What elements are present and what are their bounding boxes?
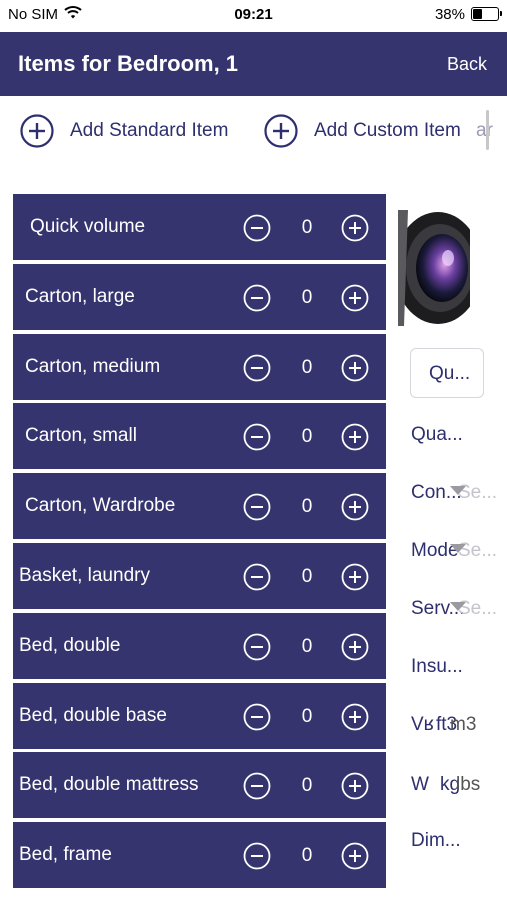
item-name: Bed, double bbox=[19, 634, 121, 656]
decrement-icon[interactable] bbox=[243, 563, 271, 591]
item-name: Bed, frame bbox=[19, 844, 112, 866]
item-row[interactable]: Bed, frame 0 bbox=[13, 822, 386, 889]
item-name: Carton, medium bbox=[25, 355, 161, 377]
add-circle-icon bbox=[264, 114, 298, 148]
item-row[interactable]: Carton, large 0 bbox=[13, 263, 386, 330]
volume-label: Vʁ bbox=[411, 714, 434, 735]
item-quantity: 0 bbox=[301, 426, 313, 448]
add-circle-icon bbox=[20, 114, 54, 148]
decrement-icon[interactable] bbox=[243, 214, 271, 242]
item-quantity: 0 bbox=[301, 635, 313, 657]
item-name: Bed, double mattress bbox=[19, 774, 199, 796]
item-quantity: 0 bbox=[301, 496, 313, 518]
item-name: Quick volume bbox=[30, 216, 146, 237]
item-quantity: 0 bbox=[301, 705, 313, 727]
mode-dropdown-icon[interactable] bbox=[450, 544, 466, 553]
increment-icon[interactable] bbox=[341, 354, 369, 382]
condition-dropdown-icon[interactable] bbox=[450, 486, 466, 495]
decrement-icon[interactable] bbox=[243, 772, 271, 800]
scrollbar[interactable] bbox=[486, 110, 489, 150]
item-name: Carton, small bbox=[25, 425, 137, 447]
item-row[interactable]: Bed, double 0 bbox=[13, 612, 386, 679]
add-custom-item-button[interactable]: Add Custom Item bbox=[264, 114, 461, 148]
decrement-icon[interactable] bbox=[243, 633, 271, 661]
clock: 09:21 bbox=[234, 6, 273, 23]
item-row[interactable]: Quick volume 0 bbox=[13, 194, 386, 260]
battery-percent: 38% bbox=[434, 6, 465, 23]
item-row[interactable]: Basket, laundry 0 bbox=[13, 543, 386, 609]
add-custom-item-label: Add Custom Item bbox=[314, 120, 461, 141]
overflow-text: ar bbox=[476, 120, 493, 141]
increment-icon[interactable] bbox=[341, 563, 369, 591]
page-title: Items for Bedroom, 1 bbox=[18, 51, 239, 76]
item-quantity: 0 bbox=[301, 566, 313, 587]
item-row[interactable]: Bed, double mattress 0 bbox=[13, 752, 386, 819]
status-bar: No SIM 09:21 38% bbox=[0, 0, 507, 32]
item-name: Bed, double base bbox=[19, 704, 167, 726]
add-standard-item-label: Add Standard Item bbox=[70, 120, 229, 141]
camera-photo[interactable] bbox=[398, 210, 470, 326]
quick-button[interactable]: Qu... bbox=[410, 348, 484, 398]
item-detail-panel: Qu... Qua... Con... Se... Mode Se... Ser… bbox=[398, 190, 507, 890]
item-quantity: 0 bbox=[301, 775, 313, 797]
decrement-icon[interactable] bbox=[243, 703, 271, 731]
decrement-icon[interactable] bbox=[243, 284, 271, 312]
item-row[interactable]: Carton, Wardrobe 0 bbox=[13, 473, 386, 540]
back-button[interactable]: Back bbox=[447, 54, 487, 75]
volume-unit-m3: m3 bbox=[450, 714, 477, 735]
increment-icon[interactable] bbox=[341, 703, 369, 731]
increment-icon[interactable] bbox=[341, 284, 369, 312]
weight-label: W bbox=[411, 774, 429, 795]
increment-icon[interactable] bbox=[341, 423, 369, 451]
item-row[interactable]: Carton, medium 0 bbox=[13, 333, 386, 400]
increment-icon[interactable] bbox=[341, 214, 369, 242]
increment-icon[interactable] bbox=[341, 772, 369, 800]
decrement-icon[interactable] bbox=[243, 493, 271, 521]
item-row[interactable]: Carton, small 0 bbox=[13, 403, 386, 470]
dimensions-label: Dim... bbox=[411, 830, 461, 851]
item-name: Carton, Wardrobe bbox=[25, 495, 176, 517]
battery-icon bbox=[471, 7, 502, 21]
decrement-icon[interactable] bbox=[243, 842, 271, 870]
item-quantity: 0 bbox=[301, 845, 313, 867]
item-quantity: 0 bbox=[301, 356, 313, 378]
weight-unit-lbs: lbs bbox=[456, 774, 481, 795]
decrement-icon[interactable] bbox=[243, 423, 271, 451]
item-row[interactable]: Bed, double base 0 bbox=[13, 682, 386, 749]
add-item-bar: Add Standard Item Add Custom Item ar bbox=[0, 96, 507, 166]
decrement-icon[interactable] bbox=[243, 354, 271, 382]
insurance-label: Insu... bbox=[411, 656, 463, 677]
increment-icon[interactable] bbox=[341, 493, 369, 521]
service-dropdown-icon[interactable] bbox=[450, 602, 466, 611]
quantity-label: Qua... bbox=[411, 424, 463, 445]
item-name: Basket, laundry bbox=[19, 565, 150, 586]
nav-bar: Items for Bedroom, 1 Back bbox=[0, 32, 507, 96]
increment-icon[interactable] bbox=[341, 842, 369, 870]
add-standard-item-button[interactable]: Add Standard Item bbox=[20, 114, 228, 148]
item-name: Carton, large bbox=[25, 285, 135, 307]
increment-icon[interactable] bbox=[341, 633, 369, 661]
item-quantity: 0 bbox=[301, 286, 313, 308]
item-quantity: 0 bbox=[301, 217, 313, 238]
